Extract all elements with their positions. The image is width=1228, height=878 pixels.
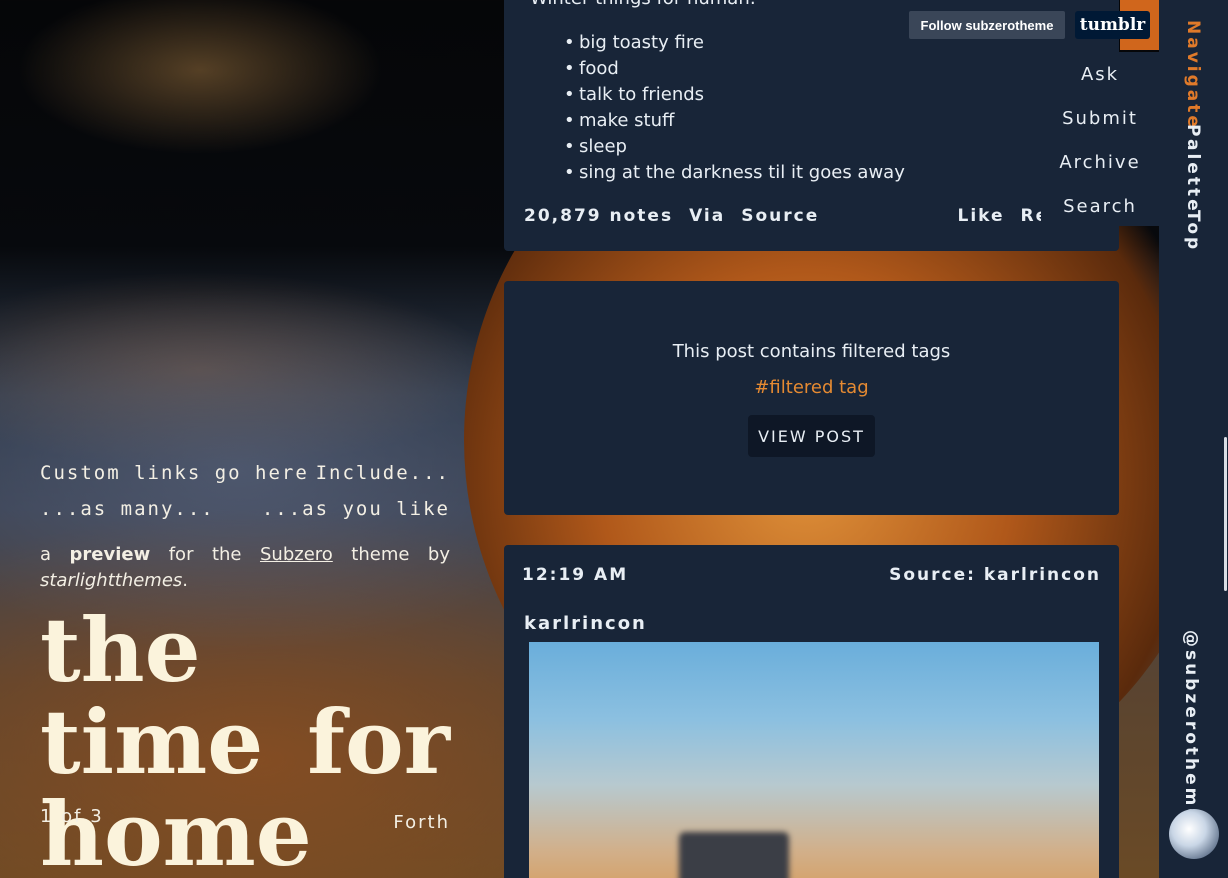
blog-handle[interactable]: @subzerotheme <box>1181 630 1201 823</box>
via-link[interactable]: Via <box>689 206 725 226</box>
navigate-toggle[interactable]: Navigate <box>1183 20 1203 130</box>
top-link[interactable]: Top <box>1183 210 1203 252</box>
photo-post: 12:19 AM Source: karlrincon karlrincon <box>504 545 1119 878</box>
list-item: food <box>564 56 905 82</box>
post-meta: 20,879 notes Via Source <box>524 206 819 226</box>
author-name[interactable]: starlightthemes <box>40 570 182 591</box>
next-page-link[interactable]: Forth <box>393 812 450 833</box>
custom-link-3[interactable]: ...as many... <box>40 498 215 520</box>
page-count: 1 of 3 <box>40 806 104 827</box>
desc-text-a: a <box>40 544 70 565</box>
tumblr-logo-button[interactable]: tumblr <box>1075 11 1150 39</box>
desc-text-end: . <box>182 570 189 591</box>
custom-link-2[interactable]: Include... <box>316 462 450 484</box>
custom-links: Custom links go here Include... ...as ma… <box>40 462 450 520</box>
avatar[interactable] <box>1169 809 1219 859</box>
scrollbar[interactable] <box>1224 437 1227 591</box>
nav-archive[interactable]: Archive <box>1041 140 1159 184</box>
post-list: big toasty fire food talk to friends mak… <box>564 30 905 186</box>
source-link[interactable]: Source <box>741 206 819 226</box>
view-post-button[interactable]: VIEW POST <box>748 415 875 457</box>
filtered-post: This post contains filtered tags #filter… <box>504 281 1119 515</box>
post-lead: Winter things for human: <box>530 0 756 9</box>
desc-preview: preview <box>69 544 151 565</box>
nav-ask[interactable]: Ask <box>1041 52 1159 96</box>
photo-subject <box>679 832 789 878</box>
desc-text-by: theme by <box>332 544 450 565</box>
filtered-tag[interactable]: #filtered tag <box>504 377 1119 398</box>
post-photo <box>529 642 1099 878</box>
follow-button[interactable]: Follow subzerotheme <box>909 11 1065 39</box>
nav-search[interactable]: Search <box>1041 184 1159 228</box>
list-item: sleep <box>564 134 905 160</box>
custom-link-4[interactable]: ...as you like <box>262 498 450 520</box>
palette-toggle[interactable]: Palette <box>1183 124 1203 214</box>
theme-description: a preview for the Subzero theme by starl… <box>40 542 450 594</box>
post-username[interactable]: karlrincon <box>524 613 647 634</box>
custom-link-1[interactable]: Custom links go here <box>40 462 309 484</box>
blog-title: the time for home <box>40 598 450 878</box>
list-item: sing at the darkness til it goes away <box>564 160 905 186</box>
nav-menu: Ask Submit Archive Search <box>1041 52 1159 226</box>
like-button[interactable]: Like <box>957 206 1004 226</box>
list-item: make stuff <box>564 108 905 134</box>
post-source[interactable]: Source: karlrincon <box>889 565 1101 585</box>
filtered-message: This post contains filtered tags <box>672 341 951 362</box>
list-item: talk to friends <box>564 82 905 108</box>
pagination: 1 of 3 Forth <box>40 806 450 833</box>
post-time[interactable]: 12:19 AM <box>522 565 628 585</box>
desc-text-for: for the <box>150 544 260 565</box>
theme-link[interactable]: Subzero <box>260 544 333 565</box>
notes-count[interactable]: 20,879 notes <box>524 206 673 226</box>
list-item: big toasty fire <box>564 30 905 56</box>
right-rail: Navigate Palette Top @subzerotheme <box>1159 0 1228 878</box>
nav-submit[interactable]: Submit <box>1041 96 1159 140</box>
